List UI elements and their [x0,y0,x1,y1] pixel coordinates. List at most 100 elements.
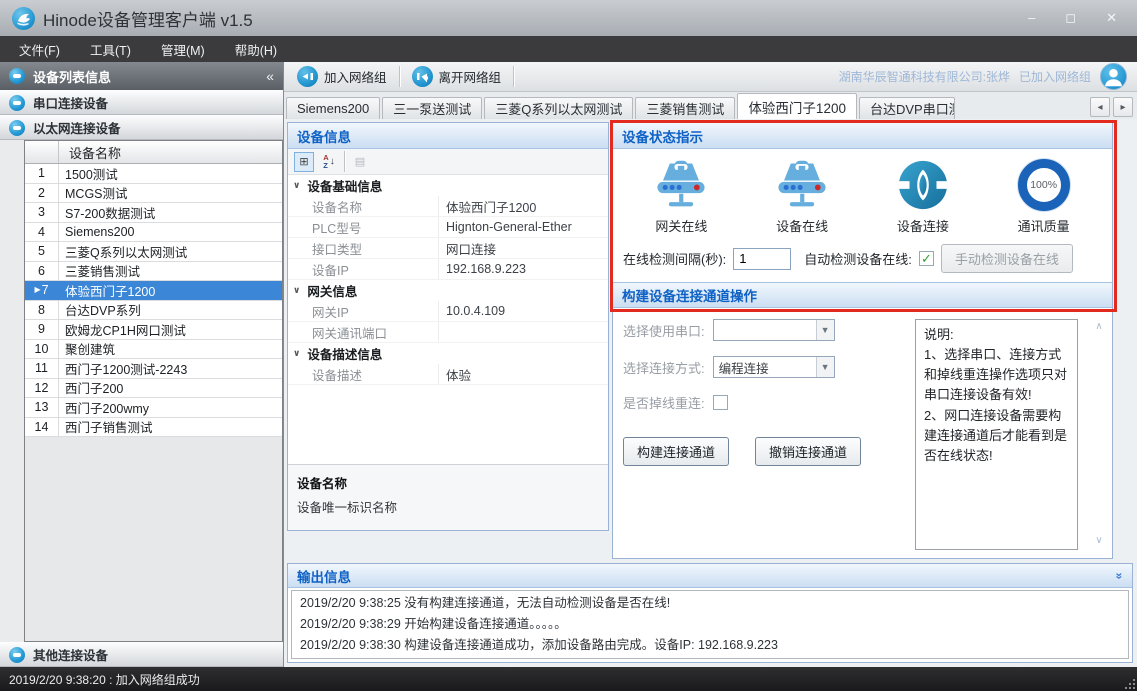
log-line: 2019/2/20 9:38:29 开始构建设备连接通道。。。。。 [300,614,1120,635]
menu-manage[interactable]: 管理(M) [146,36,220,62]
plug-connect-icon [897,159,949,211]
output-collapse-icon[interactable]: » [1113,572,1127,579]
property-row[interactable]: 设备IP192.168.9.223 [288,259,608,280]
property-grid: ∨ 设备基础信息 设备名称体验西门子1200 PLC型号Hignton-Gene… [288,175,608,464]
serial-select-label: 选择使用串口: [623,321,705,340]
category-description-info[interactable]: ∨ 设备描述信息 [288,343,608,364]
reconnect-label: 是否掉线重连: [623,393,705,412]
device-connect-indicator: 设备连接 [867,159,979,235]
menu-help[interactable]: 帮助(H) [220,36,292,62]
interval-input[interactable] [733,248,791,270]
device-row[interactable]: 5三菱Q系列以太网测试 [25,242,282,262]
user-avatar[interactable] [1100,63,1127,90]
category-gateway-info[interactable]: ∨ 网关信息 [288,280,608,301]
tab-siemens200[interactable]: Siemens200 [286,97,380,119]
category-basic-info[interactable]: ∨ 设备基础信息 [288,175,608,196]
device-row[interactable]: 6三菱销售测试 [25,262,282,282]
section-other-devices[interactable]: 其他连接设备 [0,642,283,667]
connect-mode-select[interactable]: 编程连接 ▼ [713,356,835,378]
device-row[interactable]: 12西门子200 [25,379,282,399]
toolbar-separator [399,66,400,87]
device-row[interactable]: 4Siemens200 [25,223,282,243]
selected-property-description: 设备唯一标识名称 [297,497,599,516]
close-button[interactable]: ✕ [1106,10,1117,26]
serial-port-select[interactable]: ▼ [713,319,835,341]
device-name-column-header: 设备名称 [59,141,282,163]
tab-mitsubishi-sales-test[interactable]: 三菱销售测试 [635,97,735,119]
channel-panel-header: 构建设备连接通道操作 [613,282,1112,308]
device-table-header: 设备名称 [25,141,282,164]
row-number-column-header [25,141,59,163]
output-panel: 输出信息 » 2019/2/20 9:38:25 没有构建连接通道，无法自动检测… [287,563,1133,663]
output-log: 2019/2/20 9:38:25 没有构建连接通道，无法自动检测设备是否在线!… [291,590,1129,659]
titlebar: Hinode设备管理客户端 v1.5 – ◻ ✕ [0,0,1137,36]
check-icon: ✓ [921,252,932,265]
device-row[interactable]: 3S7-200数据测试 [25,203,282,223]
manual-detect-button[interactable]: 手动检测设备在线 [941,244,1073,273]
status-panel-header: 设备状态指示 [613,123,1112,149]
resize-grip[interactable] [1125,679,1135,689]
device-row[interactable]: 13西门子200wmy [25,398,282,418]
network-toolbar: 加入网络组 离开网络组 湖南华辰智通科技有限公司:张烨 已加入网络组 [284,62,1137,92]
property-row[interactable]: PLC型号Hignton-General-Ether [288,217,608,238]
leave-network-group-button[interactable]: 离开网络组 [405,64,509,89]
sort-alphabetical-icon[interactable]: AZ↓ [319,152,339,172]
section-serial-devices[interactable]: 串口连接设备 [0,90,283,115]
reconnect-checkbox[interactable] [713,395,728,410]
tab-sany-pump-test[interactable]: 三一泵送测试 [382,97,482,119]
device-row[interactable]: 10聚创建筑 [25,340,282,360]
tab-delta-dvp-serial-test[interactable]: 台达DVP串口测试 [859,97,955,119]
scroll-down-icon[interactable]: ∨ [1095,535,1102,546]
property-row[interactable]: 设备描述体验 [288,364,608,385]
toolbar-separator [513,66,514,87]
device-row[interactable]: 14西门子销售测试 [25,418,282,438]
join-network-group-button[interactable]: 加入网络组 [290,64,394,89]
status-indicators: 网关在线 [613,149,1112,237]
tab-scroll-right-icon[interactable]: ▸ [1113,97,1133,117]
router-icon [650,157,712,211]
quality-percent: 100% [1030,179,1057,191]
property-pages-icon[interactable]: ▤ [350,152,370,172]
property-row[interactable]: 网关通讯端口 [288,322,608,343]
menubar: 文件(F) 工具(T) 管理(M) 帮助(H) [0,36,1137,62]
device-row[interactable]: 8台达DVP系列 [25,301,282,321]
tab-siemens1200-trial-active[interactable]: 体验西门子1200 [737,93,857,119]
window-title: Hinode设备管理客户端 v1.5 [43,6,253,31]
device-row[interactable]: 11500测试 [25,164,282,184]
collapse-chevron-icon: ∨ [293,180,300,191]
other-section-icon [9,647,25,663]
property-row[interactable]: 接口类型网口连接 [288,238,608,259]
categorized-view-icon[interactable]: ⊞ [294,152,314,172]
auto-detect-checkbox[interactable]: ✓ [919,251,934,266]
section-ethernet-devices[interactable]: 以太网连接设备 [0,115,283,140]
device-online-indicator: 设备在线 [746,157,858,235]
device-info-header: 设备信息 [288,123,608,149]
property-description-footer: 设备名称 设备唯一标识名称 [288,464,608,530]
scroll-up-icon[interactable]: ∧ [1095,321,1102,332]
sidebar-header: 设备列表信息 « [0,62,283,90]
tab-mitsubishi-q-ethernet-test[interactable]: 三菱Q系列以太网测试 [484,97,633,119]
device-row-selected[interactable]: ▶7 体验西门子1200 [25,281,282,301]
device-list-icon [9,68,25,84]
build-channel-button[interactable]: 构建连接通道 [623,437,729,466]
ethernet-section-icon [9,120,25,136]
device-tabbar: Siemens200 三一泵送测试 三菱Q系列以太网测试 三菱销售测试 体验西门… [284,92,1137,119]
company-user-text: 湖南华辰智通科技有限公司:张烨 [839,68,1010,85]
revoke-channel-button[interactable]: 撤销连接通道 [755,437,861,466]
propertygrid-toolbar: ⊞ AZ↓ ▤ [288,149,608,175]
menu-file[interactable]: 文件(F) [4,36,75,62]
tab-scroll-left-icon[interactable]: ◂ [1090,97,1110,117]
leave-network-icon [412,66,433,87]
connect-mode-label: 选择连接方式: [623,358,705,377]
join-status-text: 已加入网络组 [1019,68,1091,85]
property-row[interactable]: 设备名称体验西门子1200 [288,196,608,217]
device-row[interactable]: 2MCGS测试 [25,184,282,204]
device-row[interactable]: 9欧姆龙CP1H网口测试 [25,320,282,340]
sidebar-collapse-icon[interactable]: « [266,68,274,84]
menu-tools[interactable]: 工具(T) [75,36,146,62]
toolbar-separator [344,151,345,172]
maximize-button[interactable]: ◻ [1065,10,1076,26]
property-row[interactable]: 网关IP10.0.4.109 [288,301,608,322]
device-row[interactable]: 11西门子1200测试-2243 [25,359,282,379]
minimize-button[interactable]: – [1028,10,1035,26]
